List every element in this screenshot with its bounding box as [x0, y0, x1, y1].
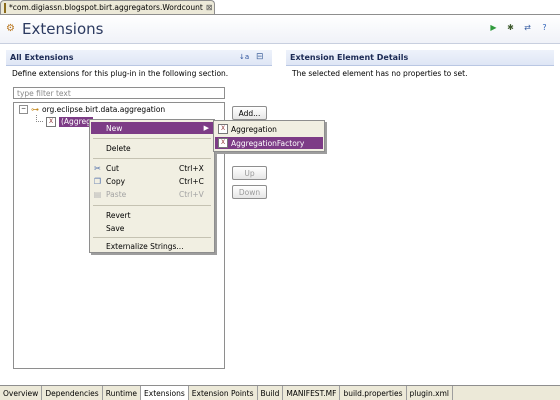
tab-plugin-xml[interactable]: plugin.xml [406, 386, 453, 400]
tree-item-root[interactable]: − ⊶ org.eclipse.birt.data.aggregation [19, 104, 165, 115]
menu-separator [93, 205, 211, 206]
menu-item-label: Paste [106, 189, 127, 199]
menu-item-new[interactable]: New ▶ [91, 122, 213, 134]
extension-details-section-title: Extension Element Details [286, 50, 554, 65]
submenu-item-label: AggregationFactory [231, 138, 305, 148]
tab-build-properties[interactable]: build.properties [340, 386, 407, 400]
copy-icon: ❐ [93, 176, 102, 186]
editor-tab[interactable]: *com.digiassn.blogspot.birt.aggregators.… [0, 0, 215, 14]
menu-item-save[interactable]: Save [91, 222, 213, 234]
add-button[interactable]: Add... [232, 106, 267, 120]
menu-separator [93, 158, 211, 159]
menu-item-externalize-strings[interactable]: Externalize Strings... [91, 240, 213, 252]
up-button[interactable]: Up [232, 166, 267, 180]
element-icon: X [46, 116, 56, 127]
details-message: The selected element has no properties t… [292, 69, 468, 78]
section-title-text: Extension Element Details [290, 53, 409, 62]
extension-point-icon: ⊶ [31, 105, 39, 114]
collapse-toggle-icon[interactable]: − [19, 105, 28, 114]
all-extensions-section-title[interactable]: All Extensions [6, 50, 272, 65]
submenu-item-aggregation[interactable]: X Aggregation [215, 123, 323, 135]
tree-item-child[interactable]: X (Aggreg [36, 115, 93, 127]
tab-build[interactable]: Build [257, 386, 284, 400]
menu-item-accelerator: Ctrl+X [179, 163, 204, 173]
menu-item-label: Save [106, 223, 125, 233]
menu-item-label: Revert [106, 210, 131, 220]
menu-item-paste[interactable]: ▤ Paste Ctrl+V [91, 188, 213, 200]
export-icon[interactable]: ⇄ [522, 22, 533, 33]
tab-manifest-mf[interactable]: MANIFEST.MF [283, 386, 341, 400]
tab-runtime[interactable]: Runtime [102, 386, 142, 400]
plugin-file-icon [4, 2, 6, 13]
menu-separator [93, 138, 211, 139]
menu-item-label: Copy [106, 176, 126, 186]
paste-icon: ▤ [93, 189, 102, 199]
extensions-icon: ⚙ [6, 23, 15, 34]
menu-item-label: New [106, 123, 123, 133]
tree-item-label: (Aggreg [59, 116, 93, 127]
tree-connector [36, 115, 43, 122]
down-button[interactable]: Down [232, 185, 267, 199]
menu-item-revert[interactable]: Revert [91, 209, 213, 221]
menu-item-accelerator: Ctrl+V [179, 189, 204, 199]
menu-item-accelerator: Ctrl+C [179, 176, 204, 186]
filter-input[interactable] [13, 87, 225, 99]
section-title-text: All Extensions [10, 53, 74, 62]
cut-icon: ✂ [94, 163, 101, 173]
new-submenu: X Aggregation X AggregationFactory [213, 120, 325, 152]
sort-icon[interactable]: ↓a [239, 53, 249, 61]
element-icon: X [218, 138, 228, 148]
tab-extension-points[interactable]: Extension Points [188, 386, 258, 400]
submenu-arrow-icon: ▶ [203, 124, 209, 132]
tab-dependencies[interactable]: Dependencies [42, 386, 103, 400]
help-icon[interactable]: ? [539, 22, 550, 33]
debug-icon[interactable]: ✱ [505, 22, 516, 33]
tree-item-label: org.eclipse.birt.data.aggregation [42, 105, 166, 114]
run-icon[interactable]: ▶ [488, 22, 499, 33]
submenu-item-label: Aggregation [231, 124, 277, 134]
header-toolbar: ▶ ✱ ⇄? [488, 22, 550, 33]
menu-separator [93, 237, 211, 238]
section-description: Define extensions for this plug-in in th… [12, 69, 229, 78]
submenu-item-aggregation-factory[interactable]: X AggregationFactory [215, 137, 323, 149]
section-divider [6, 65, 272, 66]
tab-extensions[interactable]: Extensions [141, 386, 189, 400]
section-divider [286, 65, 554, 66]
menu-item-label: Cut [106, 163, 119, 173]
menu-item-label: Externalize Strings... [106, 241, 184, 251]
menu-item-copy[interactable]: ❐ Copy Ctrl+C [91, 175, 213, 187]
editor-tab-title: *com.digiassn.blogspot.birt.aggregators.… [9, 3, 203, 12]
page-title: Extensions [22, 20, 104, 38]
editor-page-tabs: Overview Dependencies Runtime Extensions Ext… [0, 385, 560, 400]
element-icon: X [218, 124, 228, 134]
tab-overview[interactable]: Overview [0, 386, 43, 400]
menu-item-label: Delete [106, 143, 131, 153]
menu-item-cut[interactable]: ✂ Cut Ctrl+X [91, 162, 213, 174]
menu-item-delete[interactable]: Delete [91, 142, 213, 154]
collapse-all-icon[interactable]: ⊟ [256, 52, 264, 62]
close-tab-icon[interactable]: ⊠ [206, 3, 213, 12]
context-menu: New ▶ Delete ✂ Cut Ctrl+X ❐ Copy Ctrl+C … [89, 119, 215, 253]
